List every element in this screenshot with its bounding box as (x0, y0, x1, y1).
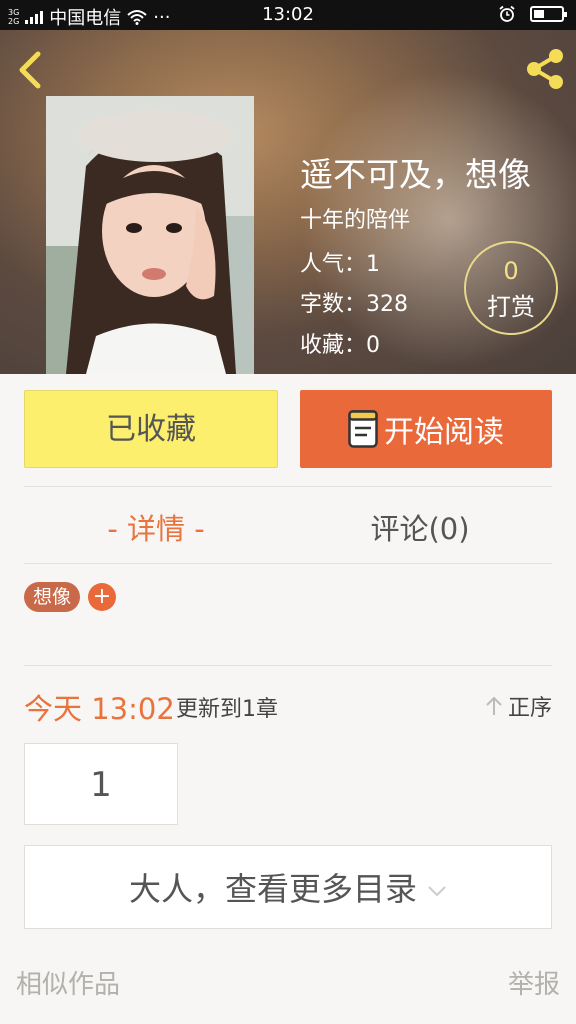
chevron-down-icon (428, 886, 446, 897)
more-chapters-label: 大人，查看更多目录 (128, 870, 417, 908)
arrow-up-icon (486, 696, 502, 715)
back-icon[interactable] (10, 48, 50, 92)
battery-icon (530, 6, 567, 22)
reward-count: 0 (503, 257, 519, 285)
book-cover-image[interactable] (46, 96, 254, 374)
more-chapters-button[interactable]: 大人，查看更多目录 (24, 845, 552, 929)
book-header: 遥不可及，想像 十年的陪伴 人气：1 字数：328 收藏：0 0 打赏 (0, 30, 576, 374)
stat-favorites: 收藏：0 (300, 333, 380, 358)
divider (24, 486, 552, 487)
add-tag-button[interactable]: + (88, 583, 116, 611)
tab-detail[interactable]: - 详情 - (24, 506, 288, 548)
reward-button[interactable]: 0 打赏 (464, 241, 558, 335)
sort-order-label: 正序 (507, 696, 552, 721)
chapter-item[interactable]: 1 (24, 743, 178, 825)
update-date: 今天 13:02 (24, 692, 175, 726)
start-reading-button[interactable]: 开始阅读 (300, 390, 552, 468)
stat-popularity: 人气：1 (300, 252, 380, 277)
report-link[interactable]: 举报 (508, 964, 560, 1001)
update-text: 更新到1章 (176, 697, 278, 722)
similar-works-heading: 相似作品 (16, 970, 121, 1000)
tab-comments[interactable]: 评论(0) (288, 506, 552, 548)
book-subtitle: 十年的陪伴 (300, 208, 411, 233)
book-icon (348, 410, 378, 448)
start-reading-label: 开始阅读 (384, 415, 504, 450)
status-right (498, 5, 567, 23)
divider (24, 563, 552, 564)
stat-word-count: 字数：328 (300, 292, 408, 317)
divider (24, 665, 552, 666)
cover-illustration (46, 96, 254, 374)
reward-label: 打赏 (487, 293, 535, 321)
status-bar: 3G 2G 中国电信 ··· 13:02 (0, 0, 576, 30)
tag-item[interactable]: 想像 (24, 582, 81, 612)
book-title: 遥不可及，想像 (300, 155, 531, 194)
status-time: 13:02 (262, 4, 314, 25)
alarm-icon (499, 5, 515, 22)
share-icon[interactable] (522, 46, 568, 92)
sort-order-toggle[interactable]: 正序 (484, 690, 552, 722)
favorited-button[interactable]: 已收藏 (24, 390, 278, 468)
